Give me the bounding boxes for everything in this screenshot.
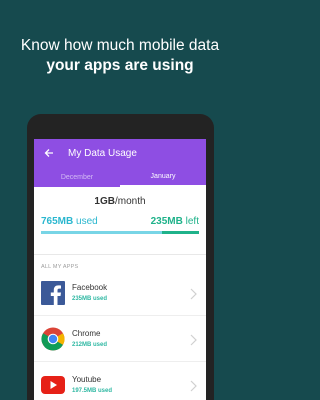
phone-screen: My Data Usage December January 1GB/month… <box>34 139 206 400</box>
usage-progress-fill <box>41 231 162 234</box>
app-name: Chrome <box>72 329 101 338</box>
left-text: 235MB left <box>151 216 199 227</box>
app-row-chrome[interactable]: Chrome 212MB used <box>34 316 206 362</box>
app-text: Youtube 197.5MB used <box>72 375 112 394</box>
used-text: 765MB used <box>41 216 98 227</box>
section-label: ALL MY APPS <box>41 264 79 270</box>
app-text: Facebook 235MB used <box>72 283 107 302</box>
app-usage: 235MB used <box>72 296 108 302</box>
app-row-facebook[interactable]: Facebook 235MB used <box>34 270 206 316</box>
tab-december[interactable]: December <box>34 167 120 187</box>
chevron-right-icon <box>189 287 197 300</box>
plan-limit: 1GB/month <box>34 196 206 207</box>
app-name: Facebook <box>72 283 108 292</box>
usage-row: 765MB used 235MB left <box>41 216 199 227</box>
tab-january[interactable]: January <box>120 167 206 187</box>
app-text: Chrome 212MB used <box>72 329 107 348</box>
usage-progress-bar <box>41 231 199 234</box>
left-label: left <box>182 216 199 227</box>
app-row-youtube[interactable]: Youtube 197.5MB used <box>34 362 206 400</box>
facebook-icon <box>41 280 65 305</box>
app-name: Youtube <box>72 375 102 384</box>
left-amount: 235MB <box>150 216 183 227</box>
chrome-icon <box>41 327 65 351</box>
plan-period: /month <box>114 196 146 207</box>
app-bar: My Data Usage <box>34 139 206 167</box>
screen-title: My Data Usage <box>68 147 137 159</box>
usage-summary: 1GB/month 765MB used 235MB left <box>34 187 206 255</box>
month-tabs: December January <box>34 167 206 187</box>
headline-line-2: your apps are using <box>46 57 194 74</box>
headline: Know how much mobile data your apps are … <box>0 36 240 76</box>
youtube-icon <box>41 373 65 397</box>
promo-screen: Know how much mobile data your apps are … <box>0 0 240 400</box>
chevron-right-icon <box>189 333 197 346</box>
used-amount: 765MB <box>41 216 74 227</box>
headline-line-1: Know how much mobile data <box>20 37 220 54</box>
app-usage: 197.5MB used <box>72 388 113 394</box>
back-arrow-icon[interactable] <box>42 146 56 160</box>
app-usage: 212MB used <box>72 342 108 348</box>
chevron-right-icon <box>189 379 197 392</box>
used-label: used <box>73 216 98 227</box>
plan-amount: 1GB <box>94 196 115 207</box>
